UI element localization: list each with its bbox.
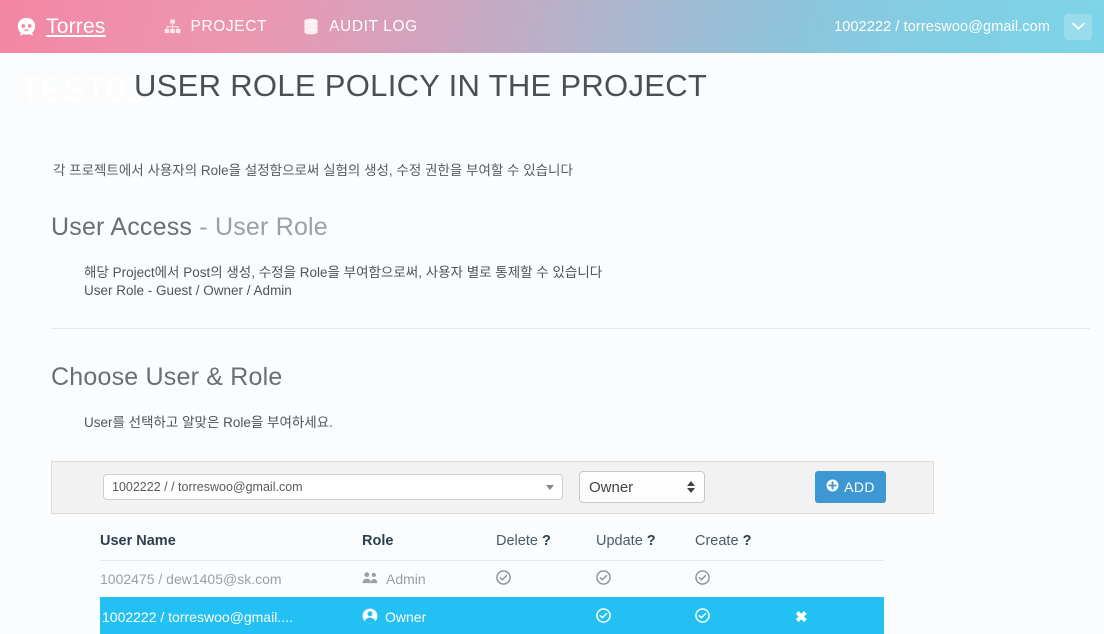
cell-user-name: 1002222 / torreswoo@gmail.... xyxy=(100,596,362,634)
remove-icon[interactable]: ✖ xyxy=(795,609,808,626)
user-access-description: 해당 Project에서 Post의 생성, 수정을 Role을 부여함으로써,… xyxy=(84,264,1104,300)
user-select[interactable]: 1002222 / / torreswoo@gmail.com xyxy=(103,474,563,501)
spinner-arrows-icon xyxy=(687,481,695,494)
cell-role-label: Admin xyxy=(386,570,426,587)
col-header-update: Update ? xyxy=(596,523,695,561)
cell-actions[interactable]: ✖ xyxy=(795,596,884,634)
cell-delete-permission[interactable] xyxy=(496,596,596,634)
section-divider xyxy=(51,327,1090,329)
col-header-role: Role xyxy=(362,532,394,549)
section-title-user-access-sub: - User Role xyxy=(199,213,328,241)
brand-label: Torres xyxy=(46,14,106,38)
table-header: User Name Role Delete ? Update ? Create … xyxy=(100,523,884,561)
page-title: USER ROLE POLICY IN THE PROJECT xyxy=(134,68,708,103)
check-circle-icon xyxy=(695,570,710,585)
cell-create-permission[interactable] xyxy=(695,596,795,634)
cell-update-permission[interactable] xyxy=(596,596,695,634)
brand-logo[interactable]: Torres xyxy=(16,15,106,39)
table-row[interactable]: 1002222 / torreswoo@gmail.... Owner ✖ xyxy=(100,596,884,634)
page-header: TEST02 USER ROLE POLICY IN THE PROJECT xyxy=(0,59,1104,129)
project-name: TEST02 xyxy=(20,71,145,108)
col-header-actions xyxy=(795,523,884,561)
user-role-table: User Name Role Delete ? Update ? Create … xyxy=(100,523,884,634)
plus-circle-icon xyxy=(826,479,839,495)
check-circle-icon xyxy=(496,570,511,585)
check-circle-icon xyxy=(596,570,611,585)
col-header-create-label: Create xyxy=(695,532,739,549)
col-header-update-label: Update xyxy=(596,532,643,549)
users-icon xyxy=(362,571,379,587)
help-mark-create[interactable]: ? xyxy=(743,533,752,549)
help-mark-update[interactable]: ? xyxy=(647,533,656,549)
nav-link-audit-log-label: AUDIT LOG xyxy=(329,17,418,35)
section-title-user-access-main: User Access xyxy=(51,213,193,241)
chevron-down-icon[interactable] xyxy=(1064,13,1092,40)
cell-actions xyxy=(795,559,884,597)
database-icon xyxy=(303,18,319,35)
cell-delete-permission[interactable] xyxy=(496,559,596,597)
table-header-row: User Name Role Delete ? Update ? Create … xyxy=(100,523,884,561)
add-button-label: ADD xyxy=(844,479,875,496)
section-title-choose-user-role: Choose User & Role xyxy=(51,362,283,391)
user-select-value: 1002222 / / torreswoo@gmail.com xyxy=(112,480,303,495)
nav-user-area: 1002222 / torreswoo@gmail.com xyxy=(834,13,1104,40)
cell-role: Owner xyxy=(362,596,496,634)
user-circle-icon xyxy=(362,608,378,627)
col-header-delete: Delete ? xyxy=(496,523,596,561)
add-button[interactable]: ADD xyxy=(815,471,886,504)
col-header-user-name: User Name xyxy=(100,532,176,549)
cell-user-name-label: 1002222 / torreswoo@gmail.... xyxy=(102,609,293,626)
choose-user-role-description: User를 선택하고 알맞은 Role을 부여하세요. xyxy=(84,414,333,430)
check-circle-icon xyxy=(596,608,611,624)
cell-user-name: 1002475 / dew1405@sk.com xyxy=(100,559,362,597)
top-navbar: Torres PROJECT AUDIT LOG 1002222 / torre… xyxy=(0,0,1104,53)
col-header-delete-label: Delete xyxy=(496,532,538,549)
cell-role-label: Owner xyxy=(385,609,427,626)
user-access-line-1: 해당 Project에서 Post의 생성, 수정을 Role을 부여함으로써,… xyxy=(84,265,603,280)
role-select-value: Owner xyxy=(589,478,634,496)
user-access-line-2: User Role - Guest / Owner / Admin xyxy=(84,282,292,298)
table-row[interactable]: 1002475 / dew1405@sk.com Admin xyxy=(100,559,884,597)
nav-link-project[interactable]: PROJECT xyxy=(146,0,286,53)
nav-links: PROJECT AUDIT LOG xyxy=(146,0,436,53)
section-title-user-access: User Access - User Role xyxy=(51,213,1104,242)
nav-user-label: 1002222 / torreswoo@gmail.com xyxy=(834,18,1050,35)
cell-create-permission[interactable] xyxy=(695,559,795,597)
cell-role: Admin xyxy=(362,559,496,597)
sitemap-icon xyxy=(164,19,181,34)
user-role-form-panel: 1002222 / / torreswoo@gmail.com Owner AD… xyxy=(51,460,934,514)
nav-link-audit-log[interactable]: AUDIT LOG xyxy=(285,0,436,53)
page-lead-text: 각 프로젝트에서 사용자의 Role을 설정함으로써 실험의 생성, 수정 권한… xyxy=(53,163,573,178)
col-header-create: Create ? xyxy=(695,523,795,561)
role-select[interactable]: Owner xyxy=(579,471,705,504)
octocat-icon xyxy=(16,17,37,36)
cell-update-permission[interactable] xyxy=(596,559,695,597)
table-body: 1002475 / dew1405@sk.com Admin 1002222 /… xyxy=(100,559,884,634)
nav-link-project-label: PROJECT xyxy=(190,17,268,35)
chevron-down-icon xyxy=(546,484,554,490)
help-mark-delete[interactable]: ? xyxy=(542,533,551,549)
check-circle-icon xyxy=(695,608,710,624)
